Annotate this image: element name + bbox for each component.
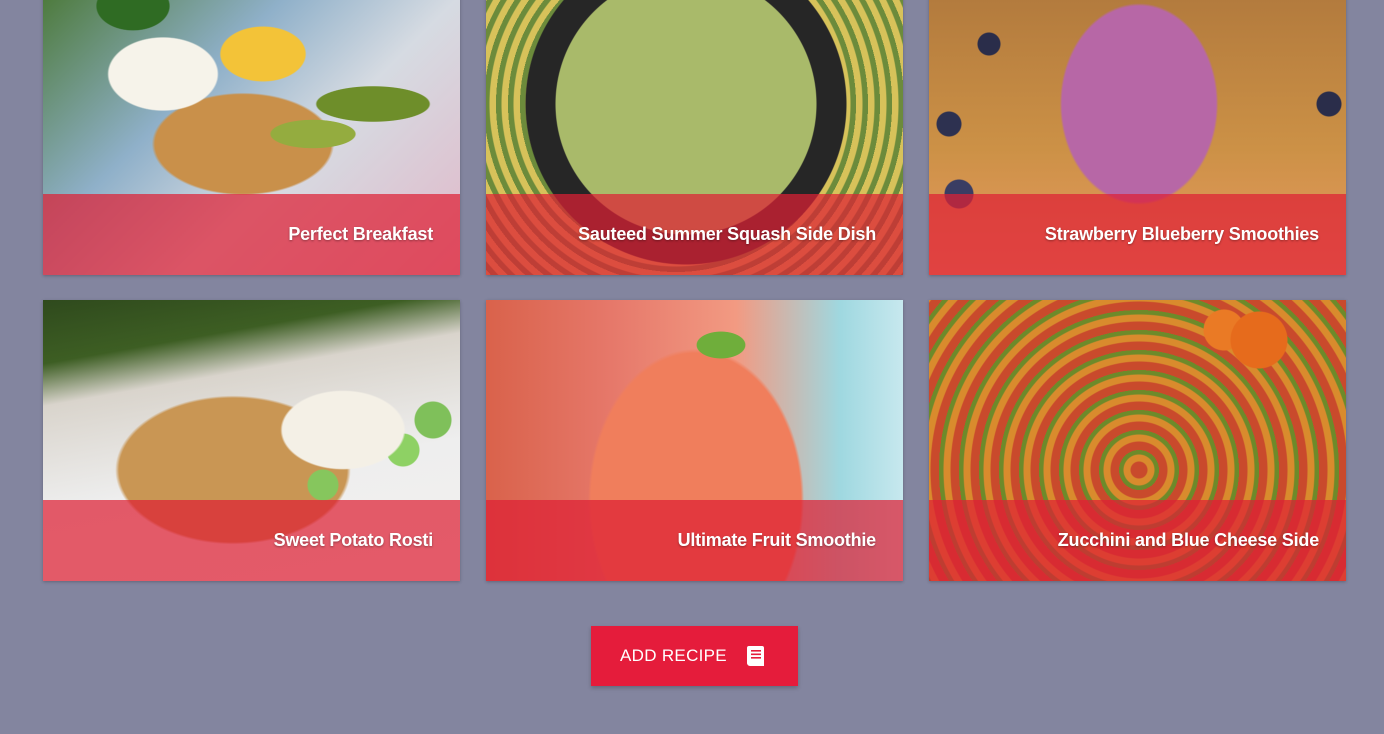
recipe-card-ultimate-fruit-smoothie[interactable]: Ultimate Fruit Smoothie xyxy=(486,300,903,581)
recipe-title: Sweet Potato Rosti xyxy=(273,530,434,550)
recipe-card-zucchini-blue-cheese[interactable]: Zucchini and Blue Cheese Side xyxy=(929,300,1346,581)
add-recipe-button[interactable]: ADD RECIPE xyxy=(591,626,798,686)
recipe-title: Ultimate Fruit Smoothie xyxy=(677,530,877,550)
book-icon xyxy=(743,643,769,669)
add-recipe-label: ADD RECIPE xyxy=(620,646,727,665)
recipe-grid: Perfect Breakfast Sauteed Summer Squash … xyxy=(43,0,1346,581)
recipe-card-sweet-potato-rosti[interactable]: Sweet Potato Rosti xyxy=(43,300,460,581)
recipe-card-sauteed-summer-squash[interactable]: Sauteed Summer Squash Side Dish xyxy=(486,0,903,275)
recipe-card-strawberry-blueberry-smoothies[interactable]: Strawberry Blueberry Smoothies xyxy=(929,0,1346,275)
recipe-title: Strawberry Blueberry Smoothies xyxy=(1044,224,1319,244)
recipe-card-perfect-breakfast[interactable]: Perfect Breakfast xyxy=(43,0,460,275)
recipe-title: Zucchini and Blue Cheese Side xyxy=(1057,530,1319,550)
recipe-title: Perfect Breakfast xyxy=(288,224,433,244)
recipe-title: Sauteed Summer Squash Side Dish xyxy=(578,224,876,244)
